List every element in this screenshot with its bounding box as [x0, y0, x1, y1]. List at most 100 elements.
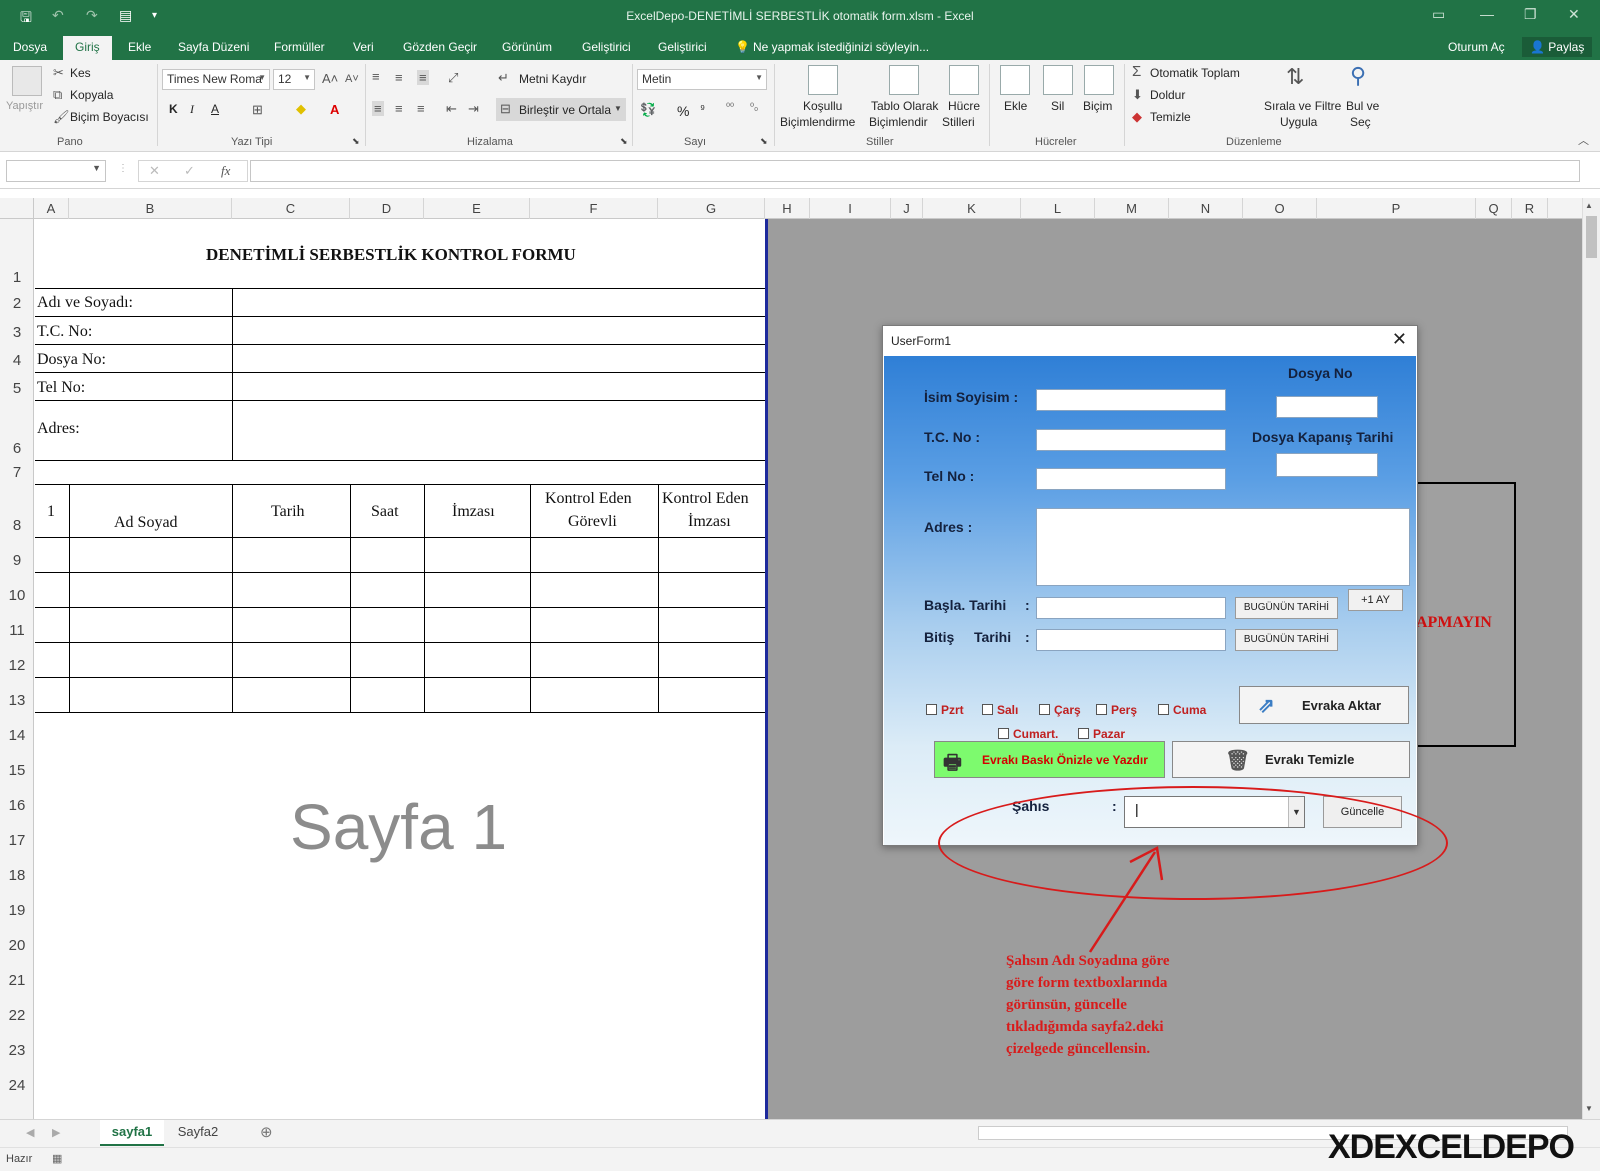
column-header[interactable]: G: [658, 198, 765, 219]
row-header[interactable]: 17: [0, 832, 34, 849]
cell-styles-icon[interactable]: [949, 65, 979, 95]
tab-data[interactable]: Veri: [353, 40, 374, 54]
insert-cells-icon[interactable]: [1000, 65, 1030, 95]
tab-developer-2[interactable]: Geliştirici: [658, 40, 707, 54]
increase-indent-icon[interactable]: ⇥: [468, 101, 479, 117]
print-preview-button[interactable]: 🖶 Evrakı Baskı Önizle ve Yazdır: [934, 741, 1165, 778]
row-header[interactable]: 22: [0, 1007, 34, 1024]
align-center-icon[interactable]: ≡: [395, 101, 403, 116]
column-header[interactable]: P: [1317, 198, 1476, 219]
scroll-thumb[interactable]: [1586, 216, 1597, 258]
sort-filter-label2[interactable]: Uygula: [1280, 115, 1317, 129]
format-painter-button[interactable]: Biçim Boyacısı: [70, 110, 149, 124]
cut-button[interactable]: Kes: [70, 66, 91, 80]
sheet-tab-sayfa2[interactable]: Sayfa2: [168, 1120, 228, 1146]
name-surname-input[interactable]: [1036, 389, 1226, 411]
macro-record-icon[interactable]: ▦: [52, 1152, 62, 1165]
row-header[interactable]: 23: [0, 1042, 34, 1059]
row-header[interactable]: 1: [0, 269, 34, 286]
copy-button[interactable]: Kopyala: [70, 88, 113, 102]
new-sheet-icon[interactable]: ⊕: [260, 1123, 273, 1141]
close-window-icon[interactable]: ✕: [1568, 6, 1580, 23]
delete-cells-button[interactable]: Sil: [1051, 99, 1064, 113]
underline-button[interactable]: A: [211, 102, 219, 116]
tab-view[interactable]: Görünüm: [502, 40, 552, 54]
close-icon[interactable]: ✕: [1392, 329, 1407, 350]
cell-styles-label1[interactable]: Hücre: [948, 99, 980, 113]
worksheet-area[interactable]: [35, 219, 765, 1119]
row-header[interactable]: 13: [0, 692, 34, 709]
share-button[interactable]: 👤 Paylaş: [1522, 37, 1593, 57]
today-button-1[interactable]: BUGÜNÜN TARİHİ: [1235, 597, 1338, 619]
fill-button[interactable]: Doldur: [1150, 88, 1185, 102]
enter-icon[interactable]: ✓: [184, 163, 195, 179]
row-header[interactable]: 12: [0, 657, 34, 674]
end-date-input[interactable]: [1036, 629, 1226, 651]
sort-filter-icon[interactable]: ⇅: [1286, 64, 1304, 90]
row-header[interactable]: 11: [0, 622, 34, 639]
column-header[interactable]: K: [923, 198, 1021, 219]
minimize-icon[interactable]: —: [1480, 6, 1494, 22]
conditional-formatting-label2[interactable]: Biçimlendirme: [780, 115, 855, 129]
formula-input[interactable]: [250, 160, 1580, 182]
format-cells-button[interactable]: Biçim: [1083, 99, 1112, 113]
maximize-icon[interactable]: ❐: [1524, 6, 1537, 23]
checkbox-wednesday[interactable]: Çarş: [1039, 703, 1081, 717]
tab-page-layout[interactable]: Sayfa Düzeni: [178, 40, 249, 54]
format-as-table-label2[interactable]: Biçimlendir: [869, 115, 928, 129]
today-button-2[interactable]: BUGÜNÜN TARİHİ: [1235, 629, 1338, 651]
autosum-button[interactable]: Otomatik Toplam: [1150, 66, 1240, 80]
column-header[interactable]: C: [232, 198, 350, 219]
column-header[interactable]: D: [350, 198, 424, 219]
tab-developer[interactable]: Geliştirici: [582, 40, 631, 54]
align-bottom-icon[interactable]: ≡: [417, 70, 429, 85]
column-header[interactable]: L: [1021, 198, 1095, 219]
italic-button[interactable]: I: [190, 102, 194, 117]
column-header[interactable]: A: [34, 198, 69, 219]
align-right-icon[interactable]: ≡: [417, 101, 425, 116]
prev-sheet-icon[interactable]: ◀: [26, 1126, 34, 1139]
increase-decimal-icon[interactable]: ⁰⁰: [726, 102, 734, 113]
column-header[interactable]: R: [1512, 198, 1548, 219]
column-header[interactable]: E: [424, 198, 530, 219]
row-header[interactable]: 15: [0, 762, 34, 779]
checkbox-thursday[interactable]: Perş: [1096, 703, 1137, 717]
ribbon-display-icon[interactable]: ▭: [1432, 6, 1445, 23]
tab-formulas[interactable]: Formüller: [274, 40, 325, 54]
paste-button[interactable]: Yapıştır: [6, 100, 43, 112]
format-as-table-icon[interactable]: [889, 65, 919, 95]
format-painter-icon[interactable]: 🖌: [53, 109, 70, 125]
align-top-icon[interactable]: ≡: [372, 69, 380, 84]
dialog-launcher-icon[interactable]: ⬊: [620, 136, 628, 147]
orientation-icon[interactable]: ⤢: [448, 70, 458, 86]
decrease-decimal-icon[interactable]: ⁰₀: [750, 102, 758, 113]
cell-styles-label2[interactable]: Stilleri: [942, 115, 975, 129]
row-header[interactable]: 8: [0, 517, 34, 534]
checkbox-monday[interactable]: Pzrt: [926, 703, 964, 717]
checkbox-tuesday[interactable]: Salı: [982, 703, 1018, 717]
format-cells-icon[interactable]: [1084, 65, 1114, 95]
collapse-ribbon-icon[interactable]: ︿: [1578, 132, 1589, 148]
find-select-label1[interactable]: Bul ve: [1346, 99, 1379, 113]
percent-button[interactable]: %: [677, 103, 689, 119]
row-header[interactable]: 4: [0, 352, 34, 369]
dialog-launcher-icon[interactable]: ⬊: [352, 136, 360, 147]
column-header[interactable]: J: [891, 198, 923, 219]
row-header[interactable]: 18: [0, 867, 34, 884]
cut-icon[interactable]: ✂: [53, 65, 64, 81]
next-sheet-icon[interactable]: ▶: [52, 1126, 60, 1139]
row-header[interactable]: 2: [0, 295, 34, 312]
wrap-text-button[interactable]: Metni Kaydır: [519, 72, 586, 86]
name-box[interactable]: ▼: [6, 160, 106, 182]
clear-button[interactable]: Temizle: [1150, 110, 1191, 124]
bold-button[interactable]: K: [169, 102, 178, 116]
borders-icon[interactable]: ⊞: [252, 102, 263, 118]
row-header[interactable]: 5: [0, 380, 34, 397]
insert-cells-button[interactable]: Ekle: [1004, 99, 1027, 113]
row-header[interactable]: 7: [0, 464, 34, 481]
column-header[interactable]: O: [1243, 198, 1317, 219]
conditional-formatting-icon[interactable]: [808, 65, 838, 95]
delete-cells-icon[interactable]: [1043, 65, 1073, 95]
row-header[interactable]: 14: [0, 727, 34, 744]
row-header[interactable]: 9: [0, 552, 34, 569]
